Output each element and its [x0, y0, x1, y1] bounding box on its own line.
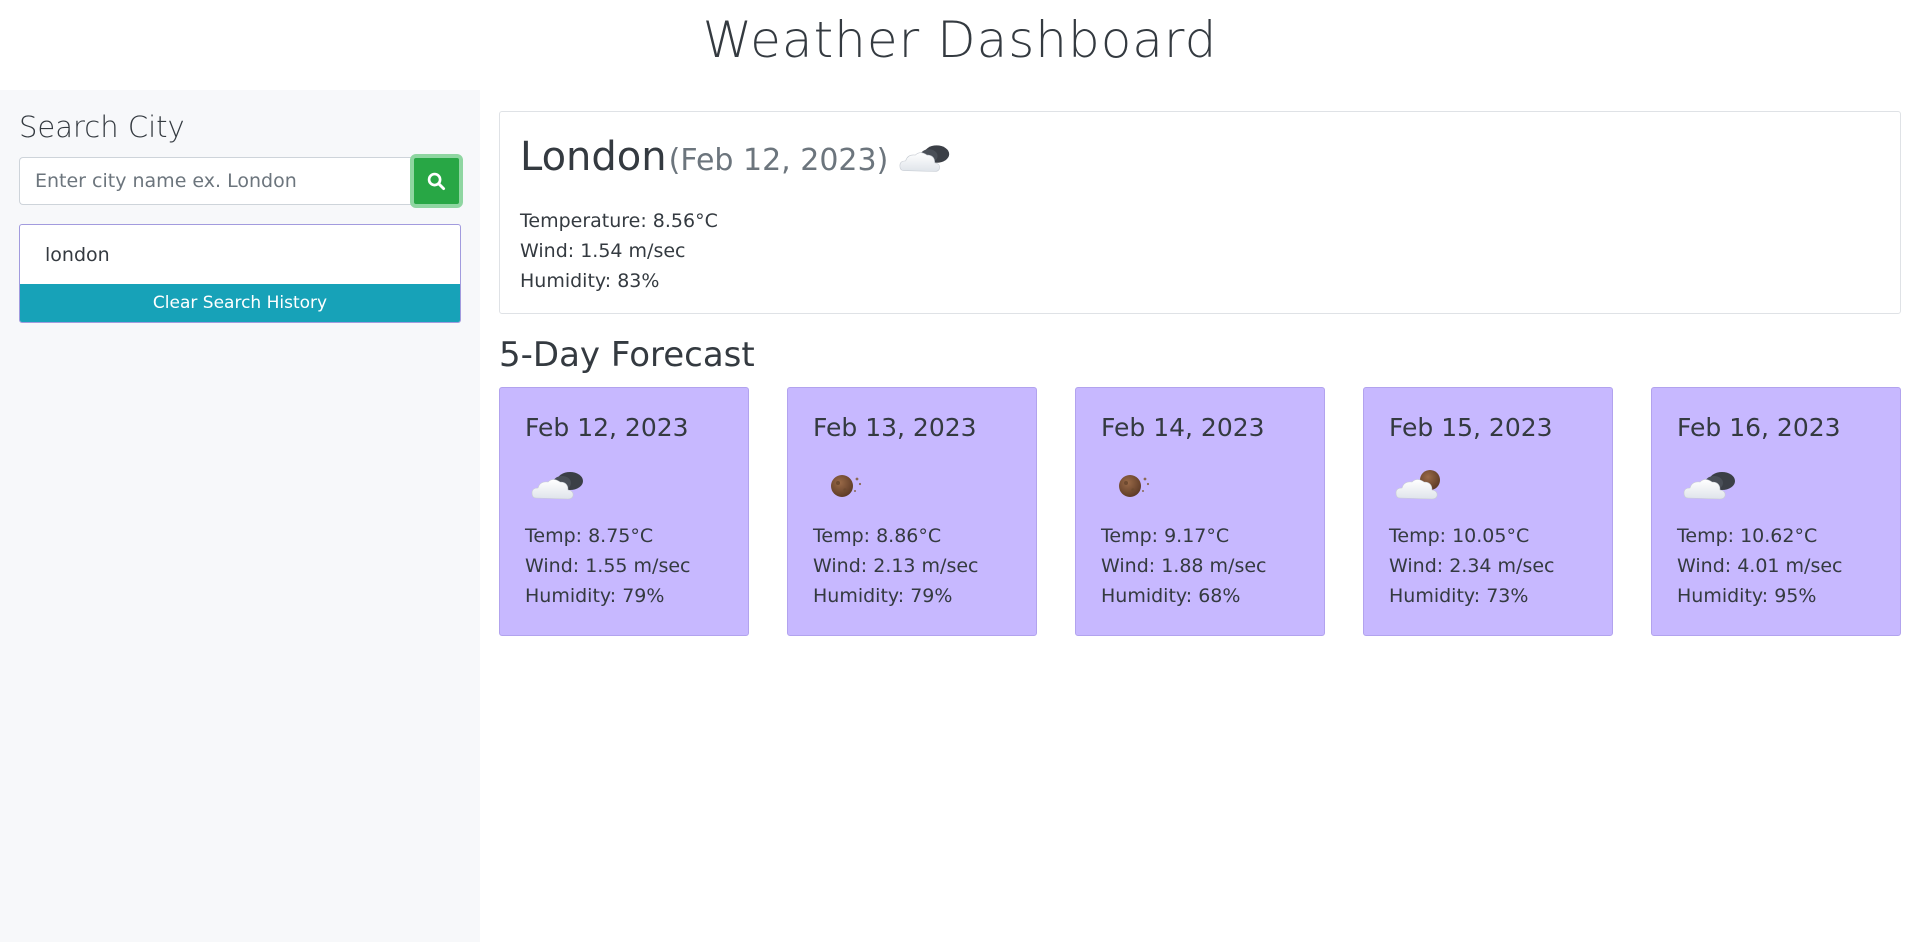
cloudy-night-icon	[528, 464, 588, 504]
forecast-humidity: Humidity: 73%	[1389, 585, 1529, 607]
current-date: (Feb 12, 2023)	[668, 143, 889, 178]
forecast-wind: Wind: 4.01 m/sec	[1677, 555, 1843, 577]
forecast-temp: Temp: 10.62°C	[1677, 525, 1818, 547]
history-item-london[interactable]: london	[20, 225, 460, 285]
forecast-temp: Temp: 10.05°C	[1389, 525, 1530, 547]
forecast-wind: Wind: 2.34 m/sec	[1389, 555, 1555, 577]
cloud-moon-icon	[1392, 464, 1452, 504]
forecast-stats: Temp: 8.86°C Wind: 2.13 m/sec Humidity: …	[813, 521, 978, 611]
forecast-date: Feb 13, 2023	[813, 413, 977, 442]
current-humidity: Humidity: 83%	[520, 270, 660, 292]
forecast-card-3: Feb 14, 2023 Temp: 9.17°C Wind: 1.88 m/s…	[1075, 387, 1325, 636]
search-history: london Clear Search History	[19, 224, 461, 323]
forecast-date: Feb 14, 2023	[1101, 413, 1265, 442]
forecast-humidity: Humidity: 95%	[1677, 585, 1817, 607]
forecast-humidity: Humidity: 68%	[1101, 585, 1241, 607]
moon-icon	[1104, 464, 1164, 504]
forecast-temp: Temp: 8.86°C	[813, 525, 942, 547]
current-wind: Wind: 1.54 m/sec	[520, 240, 686, 262]
moon-icon	[816, 464, 876, 504]
forecast-wind: Wind: 1.55 m/sec	[525, 555, 691, 577]
current-city-name: London	[520, 134, 667, 180]
forecast-card-1: Feb 12, 2023 Temp: 8.75°C Wind: 1.55 m/s…	[499, 387, 749, 636]
clear-history-button[interactable]: Clear Search History	[20, 284, 460, 322]
forecast-stats: Temp: 10.05°C Wind: 2.34 m/sec Humidity:…	[1389, 521, 1554, 611]
forecast-date: Feb 16, 2023	[1677, 413, 1841, 442]
forecast-humidity: Humidity: 79%	[525, 585, 665, 607]
partly-cloudy-night-icon	[896, 137, 954, 177]
forecast-heading: 5-Day Forecast	[499, 335, 755, 375]
search-city-heading: Search City	[19, 110, 185, 144]
current-weather-card: London (Feb 12, 2023) Temperature: 8.56°…	[499, 111, 1901, 314]
current-stats: Temperature: 8.56°C Wind: 1.54 m/sec Hum…	[520, 206, 718, 296]
forecast-temp: Temp: 8.75°C	[525, 525, 654, 547]
forecast-stats: Temp: 9.17°C Wind: 1.88 m/sec Humidity: …	[1101, 521, 1266, 611]
current-weather-title: London (Feb 12, 2023)	[520, 134, 954, 180]
forecast-humidity: Humidity: 79%	[813, 585, 953, 607]
city-search-input[interactable]	[19, 157, 411, 205]
forecast-card-2: Feb 13, 2023 Temp: 8.86°C Wind: 2.13 m/s…	[787, 387, 1037, 636]
search-button[interactable]	[410, 154, 463, 208]
forecast-temp: Temp: 9.17°C	[1101, 525, 1230, 547]
forecast-date: Feb 15, 2023	[1389, 413, 1553, 442]
forecast-stats: Temp: 8.75°C Wind: 1.55 m/sec Humidity: …	[525, 521, 690, 611]
sidebar: Search City london Clear Search History	[0, 90, 480, 942]
forecast-wind: Wind: 2.13 m/sec	[813, 555, 979, 577]
page-title: Weather Dashboard	[702, 11, 1218, 69]
forecast-stats: Temp: 10.62°C Wind: 4.01 m/sec Humidity:…	[1677, 521, 1842, 611]
search-icon	[427, 172, 446, 190]
forecast-date: Feb 12, 2023	[525, 413, 689, 442]
current-temperature: Temperature: 8.56°C	[520, 210, 718, 232]
forecast-card-4: Feb 15, 2023 Temp: 10.05°C Wind: 2.34 m/…	[1363, 387, 1613, 636]
forecast-wind: Wind: 1.88 m/sec	[1101, 555, 1267, 577]
forecast-card-5: Feb 16, 2023 Temp: 10.62°C Wind: 4.01 m/…	[1651, 387, 1901, 636]
cloudy-night-icon	[1680, 464, 1740, 504]
